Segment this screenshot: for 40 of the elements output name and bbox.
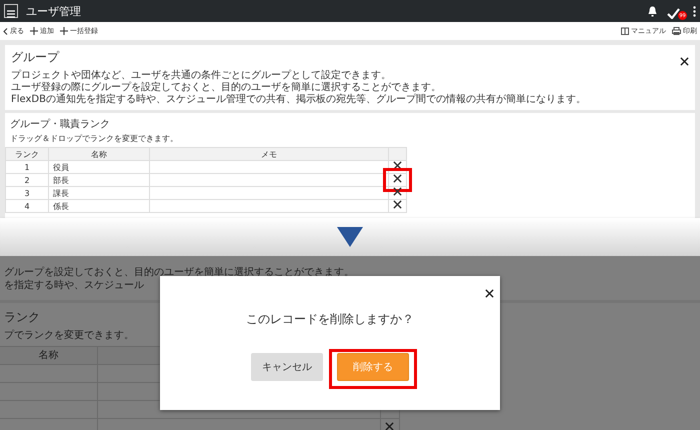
table-cell: 役員 [48, 160, 150, 174]
delete-icon[interactable] [393, 161, 402, 170]
dialog-message: このレコードを削除しますか？ [246, 311, 414, 328]
printer-icon [672, 27, 681, 35]
plus-icon [60, 27, 68, 35]
cancel-button[interactable]: キャンセル [251, 353, 323, 381]
delete-icon[interactable] [393, 174, 402, 183]
close-icon[interactable] [680, 57, 689, 66]
column-header: メモ [150, 148, 388, 160]
description-text: ユーザ登録の際にグループを設定しておくと、目的のユーザを簡単に選択することができます。 [11, 82, 442, 94]
app-title: ユーザ管理 [26, 4, 82, 18]
table-cell: 1 [6, 160, 48, 174]
plus-icon [30, 27, 38, 35]
hint-text: プでランクを変更できます。 [3, 328, 135, 342]
section-title: ランク [3, 309, 41, 326]
close-icon[interactable] [485, 289, 494, 298]
bell-icon[interactable] [648, 6, 657, 16]
more-icon[interactable] [693, 6, 696, 16]
column-header: ランク [6, 148, 48, 160]
description-text: を指定する時や、スケジュール [3, 279, 144, 292]
table-cell: 部長 [48, 174, 150, 186]
down-arrow-icon [337, 227, 363, 247]
table-cell: 2 [6, 174, 48, 186]
column-header: 名称 [0, 346, 98, 364]
panel-title: グループ [11, 49, 59, 66]
delete-icon[interactable] [393, 187, 402, 196]
table-cell: 4 [6, 200, 48, 212]
section-title: グループ・職責ランク [10, 118, 110, 131]
description-text: FlexDBの通知先を指定する時や、スケジュール管理での共有、掲示板の宛先等、グループ間での情報の共有が簡単になります。 [11, 94, 587, 106]
checkmark-icon[interactable] [667, 8, 680, 19]
menu-icon[interactable] [4, 4, 18, 18]
delete-icon[interactable] [393, 200, 402, 209]
table-cell: 3 [6, 186, 48, 200]
table-cell: 係長 [48, 200, 150, 212]
table-cell: 課長 [48, 186, 150, 200]
hint-text: ドラッグ＆ドロップでランクを変更できます。 [10, 133, 178, 145]
description-text: プロジェクトや団体など、ユーザを共通の条件ごとにグループとして設定できます。 [11, 70, 392, 82]
book-icon [621, 27, 629, 35]
column-header: 名称 [48, 148, 150, 160]
back-chevron-icon [3, 28, 8, 34]
